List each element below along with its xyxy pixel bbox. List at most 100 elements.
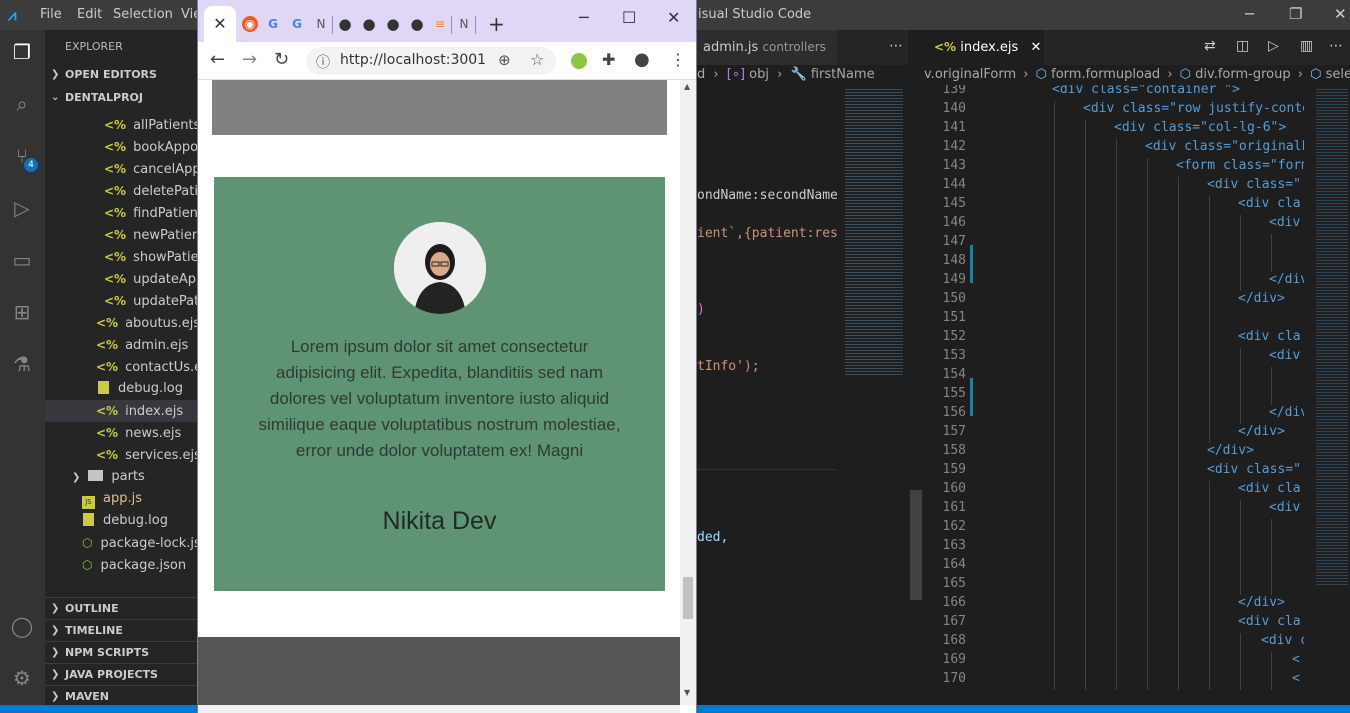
scrollbar-thumb[interactable] <box>683 577 693 619</box>
file-item[interactable]: <%updatePatien <box>45 290 197 312</box>
notion-tab-icon[interactable]: N <box>456 16 472 32</box>
github-tab-icon[interactable]: ● <box>385 16 401 32</box>
vscode-minimize-icon[interactable]: ─ <box>1245 5 1254 23</box>
tab-index-ejs[interactable]: <% index.ejs ✕ <box>924 30 1044 65</box>
file-item[interactable]: debug.log <box>45 378 197 400</box>
horizontal-scrollbar[interactable] <box>198 705 680 713</box>
breadcrumb-item[interactable]: select#t <box>1326 67 1350 82</box>
scroll-down-icon[interactable]: ▼ <box>684 688 690 697</box>
left-code-editor[interactable]: ondName:secondName ient`,{patient:res ) … <box>697 85 837 705</box>
indent-guide <box>1240 253 1241 272</box>
breadcrumb-item[interactable]: d <box>697 67 705 82</box>
google-tab-icon[interactable]: G <box>265 16 281 32</box>
menu-file[interactable]: File <box>40 7 62 22</box>
file-item[interactable]: <%deletePatien <box>45 180 197 202</box>
notion-tab-icon[interactable]: N <box>313 16 329 32</box>
folder-item[interactable]: ❯ parts <box>45 466 197 488</box>
account-icon[interactable]: ◯ <box>8 612 36 640</box>
breadcrumb-item[interactable]: form.formupload <box>1051 67 1160 82</box>
file-item[interactable]: <%cancelAppoi <box>45 158 197 180</box>
extensions-icon[interactable]: ⊞ <box>8 298 36 326</box>
indent-guide <box>1054 120 1055 139</box>
file-item[interactable]: <%updateAppo <box>45 268 197 290</box>
page-scrollbar[interactable]: ▲ ▼ <box>680 80 696 705</box>
breadcrumb-item[interactable]: div.form-group <box>1195 67 1290 82</box>
profile-icon[interactable]: ● <box>634 51 650 69</box>
bookmark-star-icon[interactable]: ☆ <box>530 50 544 69</box>
new-tab-button[interactable]: + <box>488 12 505 36</box>
vscode-restore-icon[interactable]: ❐ <box>1289 5 1302 23</box>
github-tab-icon[interactable]: ● <box>409 16 425 32</box>
section-project[interactable]: ⌄ DENTALPROJ <box>45 87 197 109</box>
left-editor-scrollbar[interactable] <box>908 85 924 705</box>
github-tab-icon[interactable]: ● <box>361 16 377 32</box>
file-item[interactable]: JS app.js <box>45 488 197 510</box>
search-icon[interactable]: ⌕ <box>8 90 36 118</box>
more-actions-icon[interactable]: ⋯ <box>889 38 903 54</box>
close-icon[interactable]: ✕ <box>1030 40 1041 55</box>
breadcrumb-item[interactable]: firstName <box>811 67 875 82</box>
file-item[interactable]: <%newPatient.e <box>45 224 197 246</box>
right-code-editor[interactable]: 139 <div class="container "> 140 <div class… <box>924 85 1304 705</box>
info-icon[interactable]: ⓘ <box>316 52 330 72</box>
menu-selection[interactable]: Selection <box>113 7 173 22</box>
vscode-close-icon[interactable]: ✕ <box>1334 5 1347 23</box>
run-debug-icon[interactable]: ▷ <box>8 194 36 222</box>
testing-icon[interactable]: ⚗ <box>8 350 36 378</box>
file-item-selected[interactable]: <% index.ejs <box>45 400 197 422</box>
line-number: 167 <box>942 614 966 629</box>
file-item[interactable]: debug.log <box>45 510 197 532</box>
tab-close-icon[interactable]: ✕ <box>213 14 226 33</box>
right-minimap[interactable] <box>1304 85 1350 705</box>
zoom-icon[interactable]: ⊕ <box>498 51 511 69</box>
scroll-up-icon[interactable]: ▲ <box>684 82 690 91</box>
file-item[interactable]: <% services.ejs <box>45 444 197 466</box>
file-item[interactable]: <%findPatient.e <box>45 202 197 224</box>
chrome-menu-icon[interactable]: ⋮ <box>670 51 686 69</box>
left-minimap[interactable] <box>837 85 907 705</box>
extension-icon[interactable] <box>571 53 587 69</box>
split-editor-icon[interactable]: ▥ <box>1300 38 1313 54</box>
file-item[interactable]: <%bookAppoin <box>45 136 197 158</box>
github-tab-icon[interactable]: ● <box>337 16 353 32</box>
menu-edit[interactable]: Edit <box>77 7 102 22</box>
section-outline[interactable]: ❯ OUTLINE <box>45 597 197 619</box>
section-timeline[interactable]: ❯ TIMELINE <box>45 619 197 641</box>
back-icon[interactable]: ← <box>210 51 225 69</box>
file-item[interactable]: <% admin.ejs <box>45 334 197 356</box>
section-java-projects[interactable]: ❯ JAVA PROJECTS <box>45 663 197 685</box>
run-icon[interactable]: ▷ <box>1268 38 1279 54</box>
section-npm-scripts[interactable]: ❯ NPM SCRIPTS <box>45 641 197 663</box>
tab-favicon-icon[interactable]: ◉ <box>242 16 258 32</box>
chrome-maximize-icon[interactable]: ☐ <box>622 8 636 27</box>
file-item[interactable]: <%contactUs.ejs <box>45 356 197 378</box>
file-item[interactable]: ⬡package-lock.json <box>45 532 197 554</box>
tab-admin-js[interactable]: admin.js controllers ✕ <box>697 30 837 90</box>
explorer-icon[interactable]: ❐ <box>8 38 36 66</box>
address-bar[interactable]: ⓘ http://localhost:3001 ⊕ ☆ <box>306 47 556 75</box>
breadcrumb-item[interactable]: obj <box>749 67 769 82</box>
breadcrumb-item[interactable]: v.originalForm <box>924 67 1016 82</box>
url-text[interactable]: http://localhost:3001 <box>340 52 486 68</box>
active-tab[interactable]: ✕ <box>204 6 236 42</box>
compare-icon[interactable]: ⇄ <box>1204 38 1216 54</box>
chrome-minimize-icon[interactable]: ─ <box>579 8 589 27</box>
extensions-puzzle-icon[interactable]: ✚ <box>602 51 615 69</box>
reload-icon[interactable]: ↻ <box>274 51 289 69</box>
section-open-editors[interactable]: ❯ OPEN EDITORS <box>45 64 197 86</box>
file-item[interactable]: <%showPatient. <box>45 246 197 268</box>
forward-icon[interactable]: → <box>242 51 257 69</box>
google-tab-icon[interactable]: G <box>289 16 305 32</box>
file-item[interactable]: <%allPatients.ejs <box>45 114 197 136</box>
more-actions-icon[interactable]: ⋯ <box>1329 38 1343 54</box>
file-item[interactable]: <% aboutus.ejs <box>45 312 197 334</box>
split-preview-icon[interactable]: ◫ <box>1236 38 1249 54</box>
file-item[interactable]: <% news.ejs <box>45 422 197 444</box>
section-maven[interactable]: ❯ MAVEN <box>45 685 197 707</box>
file-item[interactable]: ⬡ package.json <box>45 554 197 576</box>
stackoverflow-tab-icon[interactable]: ≡ <box>432 16 448 32</box>
remote-explorer-icon[interactable]: ▭ <box>8 246 36 274</box>
chrome-close-icon[interactable]: ✕ <box>667 8 680 27</box>
indent-guide <box>1209 386 1210 405</box>
settings-gear-icon[interactable]: ⚙ <box>8 664 36 692</box>
